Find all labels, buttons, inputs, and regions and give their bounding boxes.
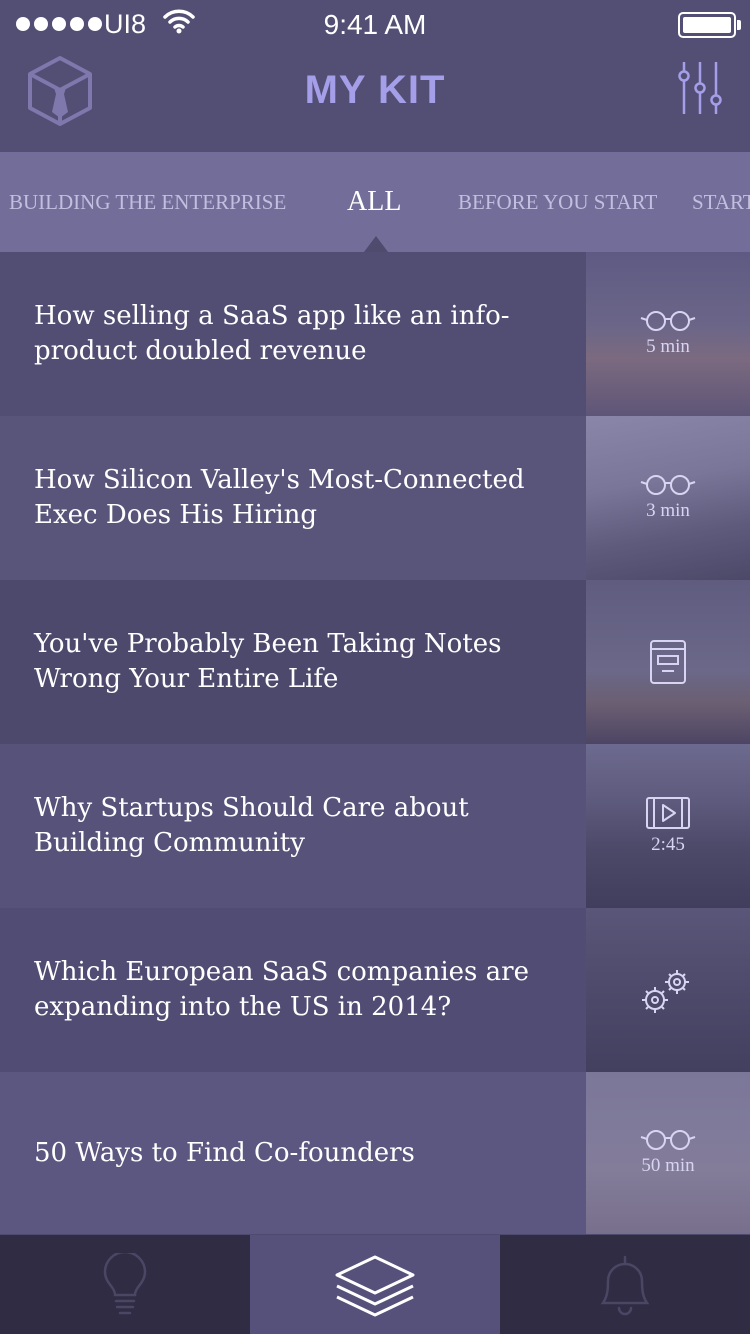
tab-building-the-enterprise[interactable]: BUILDING THE ENTERPRISE bbox=[9, 152, 286, 252]
book-icon bbox=[650, 640, 686, 684]
status-bar: UI8 9:41 AM bbox=[0, 0, 750, 48]
tab-start[interactable]: START bbox=[692, 152, 750, 252]
list-item[interactable]: Why Startups Should Care about Building … bbox=[0, 744, 750, 908]
article-title-wrap: Which European SaaS companies are expand… bbox=[0, 908, 586, 1072]
battery-icon bbox=[678, 12, 741, 38]
reading-time: 3 min bbox=[646, 500, 690, 521]
article-thumbnail: 2:45 bbox=[586, 744, 750, 908]
article-title: How Silicon Valley's Most-Connected Exec… bbox=[34, 465, 525, 530]
list-item[interactable]: How Silicon Valley's Most-Connected Exec… bbox=[0, 416, 750, 580]
list-item[interactable]: Which European SaaS companies are expand… bbox=[0, 908, 750, 1072]
app-screen: UI8 9:41 AM MY KIT BUILDING THE ENTERPRI… bbox=[0, 0, 750, 1334]
thumbnail-overlay: 2:45 bbox=[586, 796, 750, 856]
article-list: How selling a SaaS app like an info-prod… bbox=[0, 252, 750, 1234]
glasses-icon bbox=[640, 311, 696, 331]
gears-icon bbox=[642, 970, 689, 1013]
clock: 9:41 AM bbox=[323, 9, 427, 40]
thumbnail-overlay: 3 min bbox=[586, 474, 750, 522]
app-header: MY KIT bbox=[0, 48, 750, 152]
article-thumbnail bbox=[586, 580, 750, 744]
tab-before-you-start[interactable]: BEFORE YOU START bbox=[458, 152, 657, 252]
reading-time: 5 min bbox=[646, 336, 690, 357]
article-title-wrap: You've Probably Been Taking Notes Wrong … bbox=[0, 580, 586, 744]
reading-time: 50 min bbox=[641, 1155, 695, 1176]
article-title: Which European SaaS companies are expand… bbox=[34, 957, 529, 1022]
bottom-tab-bar bbox=[0, 1235, 750, 1334]
page-title: MY KIT bbox=[304, 68, 446, 112]
tab-ideas[interactable] bbox=[0, 1235, 250, 1334]
video-icon bbox=[646, 797, 690, 829]
article-thumbnail: 3 min bbox=[586, 416, 750, 580]
article-title: 50 Ways to Find Co-founders bbox=[34, 1137, 415, 1168]
article-title: Why Startups Should Care about Building … bbox=[34, 793, 469, 858]
video-duration: 2:45 bbox=[651, 834, 685, 855]
thumbnail-overlay bbox=[586, 962, 750, 1018]
article-title: You've Probably Been Taking Notes Wrong … bbox=[34, 629, 502, 694]
tab-my-kit[interactable] bbox=[250, 1235, 500, 1334]
list-item[interactable]: How selling a SaaS app like an info-prod… bbox=[0, 252, 750, 416]
article-thumbnail: 50 min bbox=[586, 1072, 750, 1234]
article-title-wrap: 50 Ways to Find Co-founders bbox=[0, 1072, 586, 1234]
active-tab-indicator bbox=[364, 236, 388, 252]
thumbnail-overlay: 50 min bbox=[586, 1129, 750, 1177]
filter-sliders-icon[interactable] bbox=[678, 60, 722, 116]
bell-icon bbox=[600, 1255, 650, 1315]
article-title-wrap: How selling a SaaS app like an info-prod… bbox=[0, 252, 586, 416]
article-title-wrap: How Silicon Valley's Most-Connected Exec… bbox=[0, 416, 586, 580]
article-title-wrap: Why Startups Should Care about Building … bbox=[0, 744, 586, 908]
thumbnail-overlay bbox=[586, 638, 750, 686]
article-title: How selling a SaaS app like an info-prod… bbox=[34, 301, 510, 366]
layers-icon bbox=[335, 1255, 415, 1316]
lightbulb-icon bbox=[103, 1252, 147, 1314]
tab-notifications[interactable] bbox=[500, 1235, 750, 1334]
glasses-icon bbox=[640, 475, 696, 495]
article-thumbnail bbox=[586, 908, 750, 1072]
list-item[interactable]: 50 Ways to Find Co-founders 50 min bbox=[0, 1072, 750, 1234]
thumbnail-overlay: 5 min bbox=[586, 310, 750, 358]
article-thumbnail: 5 min bbox=[586, 252, 750, 416]
glasses-icon bbox=[640, 1130, 696, 1150]
list-item[interactable]: You've Probably Been Taking Notes Wrong … bbox=[0, 580, 750, 744]
